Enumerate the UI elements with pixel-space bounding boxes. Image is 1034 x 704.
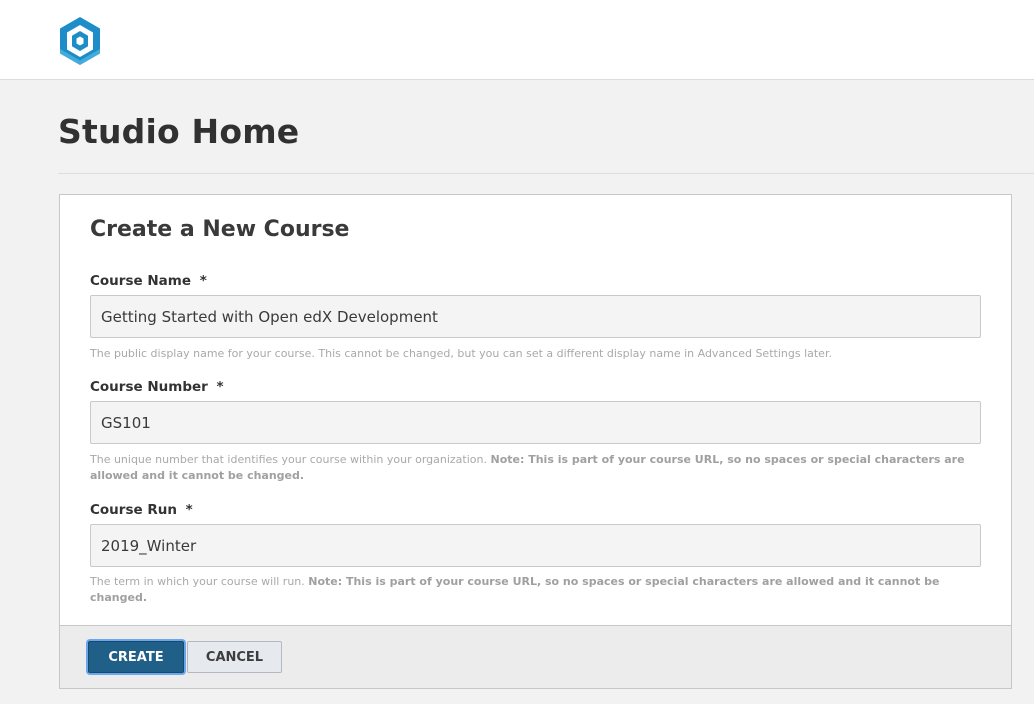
form-actions-bar: CREATE CANCEL (60, 625, 1011, 688)
required-asterisk: * (216, 379, 224, 395)
page-title: Studio Home (58, 112, 300, 151)
required-asterisk: * (199, 273, 207, 289)
course-run-label: Course Run * (90, 502, 193, 518)
open-edx-logo-icon[interactable] (58, 16, 102, 66)
required-asterisk: * (185, 502, 193, 518)
top-header-bar (0, 0, 1034, 80)
course-run-help-text: The term in which your course will run. (90, 575, 305, 588)
course-run-input[interactable] (90, 524, 981, 567)
course-number-help: The unique number that identifies your c… (90, 452, 970, 484)
cancel-button[interactable]: CANCEL (187, 641, 282, 673)
course-name-label: Course Name * (90, 273, 207, 289)
course-name-input[interactable] (90, 295, 981, 338)
create-button[interactable]: CREATE (88, 641, 184, 673)
course-number-input[interactable] (90, 401, 981, 444)
create-course-form: Create a New Course Course Name * The pu… (59, 194, 1012, 689)
form-title: Create a New Course (90, 217, 350, 242)
course-number-label: Course Number * (90, 379, 224, 395)
course-name-help: The public display name for your course.… (90, 347, 832, 360)
course-number-help-text: The unique number that identifies your c… (90, 453, 487, 466)
course-run-label-text: Course Run (90, 502, 177, 518)
title-divider (58, 173, 1034, 174)
course-run-help: The term in which your course will run. … (90, 574, 970, 606)
course-name-label-text: Course Name (90, 273, 191, 289)
course-number-label-text: Course Number (90, 379, 208, 395)
